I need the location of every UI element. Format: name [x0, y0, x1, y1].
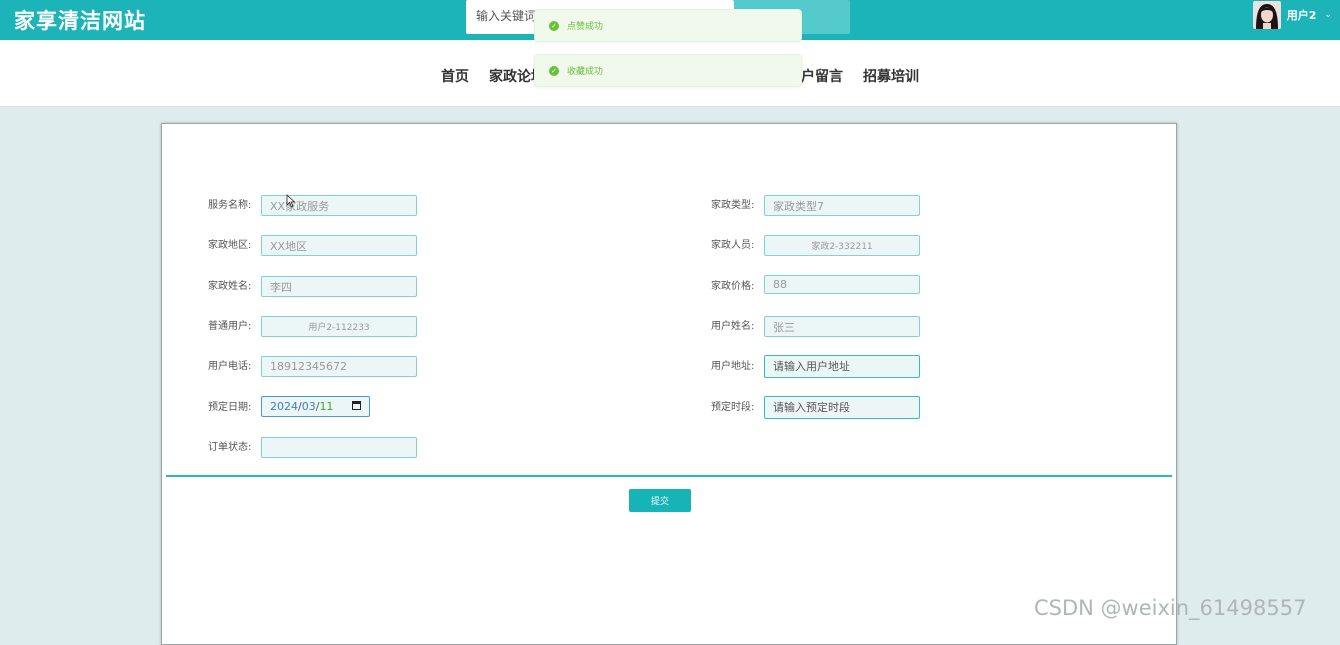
- date-day[interactable]: 11: [319, 397, 333, 416]
- nav-item-recruitment[interactable]: 招募培训: [863, 66, 919, 86]
- order-status-field[interactable]: [261, 437, 417, 458]
- user-name[interactable]: 用户2: [1287, 7, 1317, 23]
- avatar[interactable]: [1252, 1, 1281, 29]
- form-divider: [166, 475, 1172, 477]
- service-type-field[interactable]: [764, 195, 920, 216]
- toast-favorite-success: ✓ 收藏成功: [534, 54, 802, 87]
- calendar-icon[interactable]: [352, 401, 361, 410]
- user-account-field[interactable]: [261, 316, 417, 337]
- toast-message: 收藏成功: [567, 67, 604, 77]
- user-name-label: 用户姓名:: [711, 321, 755, 332]
- staff-field[interactable]: [764, 235, 920, 256]
- date-month[interactable]: 03: [302, 397, 316, 416]
- submit-button[interactable]: 提交: [629, 489, 691, 512]
- staff-name-field[interactable]: [261, 276, 417, 297]
- region-label: 家政地区:: [208, 240, 252, 251]
- staff-label: 家政人员:: [711, 240, 755, 251]
- time-slot-label: 预定时段:: [711, 402, 755, 413]
- service-type-label: 家政类型:: [711, 200, 755, 211]
- staff-name-label: 家政姓名:: [208, 281, 252, 292]
- phone-label: 用户电话:: [208, 361, 252, 372]
- date-label: 预定日期:: [208, 402, 252, 413]
- chevron-down-icon[interactable]: ⌄: [1324, 10, 1332, 20]
- price-field[interactable]: [764, 275, 920, 294]
- time-slot-input[interactable]: [764, 396, 920, 419]
- site-title[interactable]: 家享清洁网站: [14, 5, 146, 35]
- order-form-card: 服务名称: 家政地区: 家政姓名: 普通用户: 用户电话: 预定日期: 2024…: [161, 123, 1177, 645]
- service-name-label: 服务名称:: [208, 200, 252, 211]
- nav-item-messages[interactable]: 户留言: [801, 66, 843, 86]
- nav-item-home[interactable]: 首页: [441, 66, 469, 86]
- address-label: 用户地址:: [711, 361, 755, 372]
- check-circle-icon: ✓: [549, 65, 559, 76]
- toast-message: 点赞成功: [567, 22, 604, 32]
- user-account-label: 普通用户:: [208, 321, 252, 332]
- user-menu[interactable]: 用户2 ⌄: [1252, 0, 1332, 30]
- order-status-label: 订单状态:: [208, 442, 252, 453]
- price-label: 家政价格:: [711, 281, 755, 292]
- mouse-cursor-icon: [286, 194, 296, 208]
- toast-like-success: ✓ 点赞成功: [534, 9, 802, 42]
- user-name-field[interactable]: [764, 316, 920, 337]
- check-circle-icon: ✓: [549, 20, 559, 31]
- region-field[interactable]: [261, 235, 417, 256]
- phone-field[interactable]: [261, 356, 417, 377]
- date-year[interactable]: 2024: [270, 397, 298, 416]
- date-picker[interactable]: 2024/03/11: [261, 396, 370, 417]
- watermark: CSDN @weixin_61498557: [1034, 596, 1307, 620]
- address-input[interactable]: [764, 355, 920, 378]
- service-name-field[interactable]: [261, 195, 417, 216]
